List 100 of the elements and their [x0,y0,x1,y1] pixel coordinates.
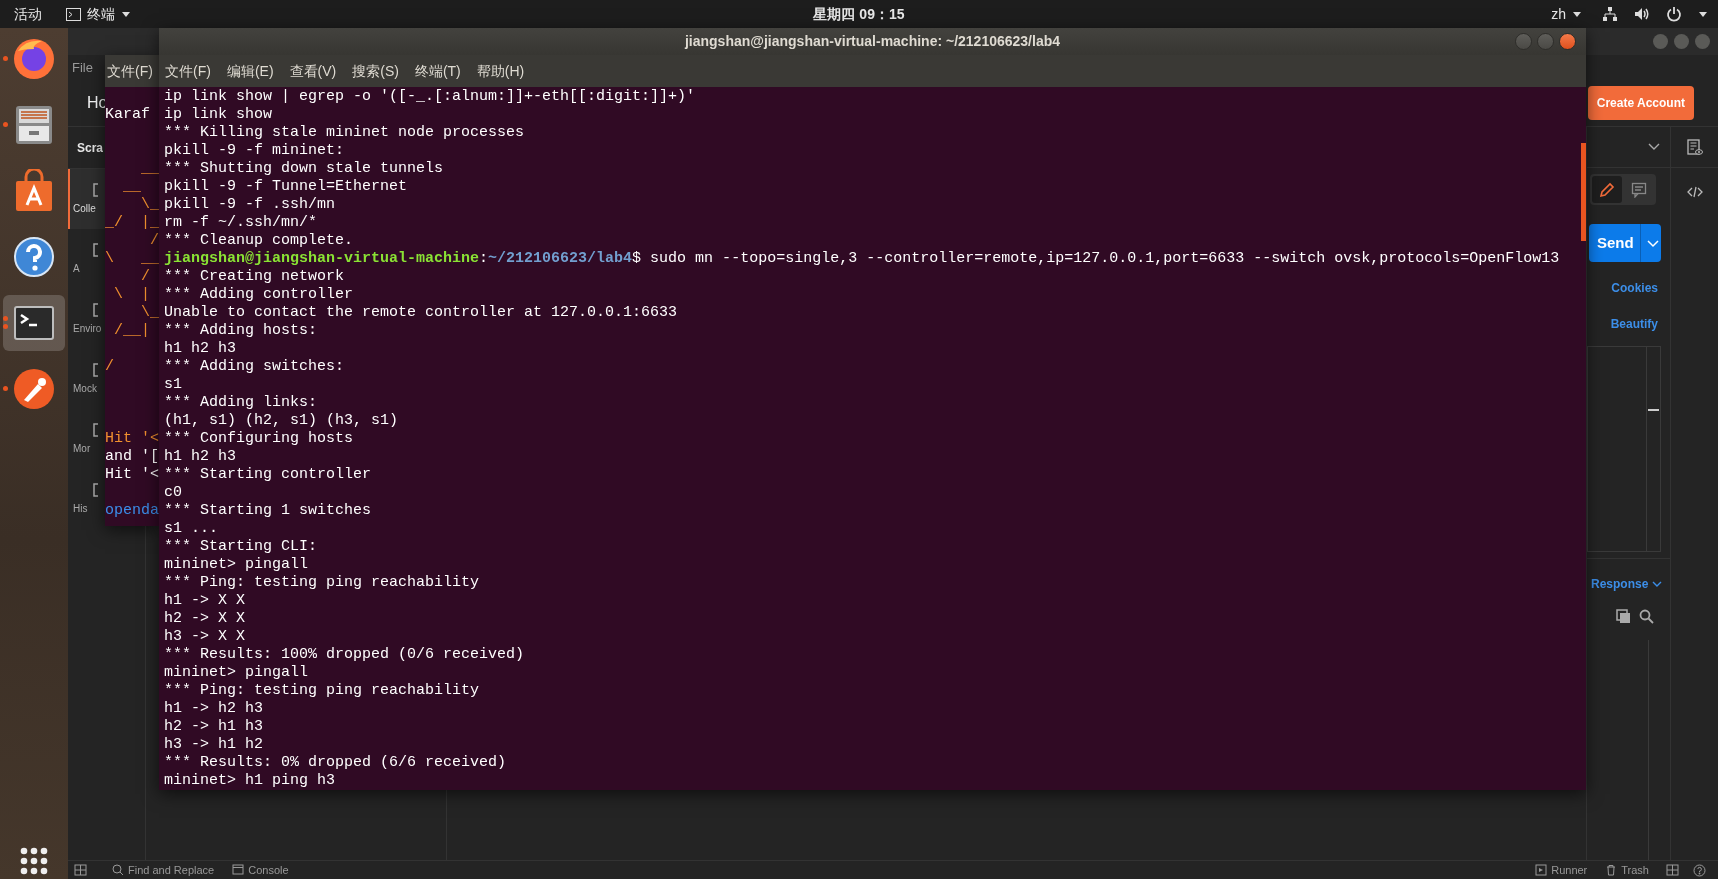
terminal-line: *** Starting 1 switches [164,502,373,520]
app-menu[interactable]: 终端 [62,3,135,25]
code-icon[interactable] [1686,185,1703,199]
caret-icon[interactable] [1698,9,1708,19]
terminal-line: s1 [164,376,183,394]
terminal-line: / [140,268,151,286]
terminal-line: / [149,232,159,250]
comment-icon [1631,181,1647,198]
terminal-line: *** Adding controller [164,286,355,304]
terminal-line: /__| [113,322,151,340]
terminal-line: h1 h2 h3 [164,340,237,358]
close-button[interactable] [1559,33,1576,50]
beautify-link[interactable]: Beautify [1587,314,1670,334]
terminal-line: *** Results: 0% dropped (6/6 received) [164,754,508,772]
menu-item[interactable]: 终端(T) [413,58,462,84]
menu-item[interactable]: 搜索(S) [351,58,400,84]
terminal-line: \_ [140,304,159,322]
terminal-line: pkill -9 -f .ssh/mn [164,196,337,214]
terminal-line: h3 -> h1 h2 [164,736,265,754]
terminal-line: \ | [113,286,151,304]
sidebar-item[interactable]: His [68,469,105,529]
bracket-icon [93,482,99,497]
copy-icon[interactable] [1616,609,1631,624]
window-icon [232,864,245,876]
chevron-down-icon[interactable] [1648,143,1660,151]
search-icon[interactable] [1639,609,1654,624]
terminal-line: h2 -> X X [164,610,246,628]
terminal-line: mininet> pingall [164,664,310,682]
terminal-line: *** Ping: testing ping reachability [164,574,481,592]
activities-button[interactable]: 活动 [10,3,46,25]
sidebar-item[interactable]: A [68,229,105,289]
terminal-line: *** Results: 100% dropped (0/6 received) [164,646,526,664]
pencil-button[interactable] [1592,176,1622,203]
menu-item[interactable]: 查看(V) [288,58,338,84]
menu-item[interactable]: 编辑(E) [225,58,275,84]
trash-icon [1605,864,1618,876]
bracket-icon [93,362,99,377]
input-method-menu[interactable]: zh [1547,3,1586,25]
layout-icon[interactable] [1666,864,1679,876]
search-icon [112,864,124,876]
terminal-line: Unable to contact the remote controller at 127.0.0.1:6633 [164,304,679,322]
terminal-line: ip link show | egrep -o '([-_.[:alnum:]]+-eth[[:digit:]]+)' [164,88,697,106]
sidebar-item[interactable]: Colle [68,169,105,229]
bracket-icon [93,302,99,317]
chevron-down-icon [1651,581,1662,589]
bracket-icon [93,242,99,257]
terminal-line: h2 -> h1 h3 [164,718,265,736]
terminal-line: h1 -> X X [164,592,246,610]
terminal-line: s1 ... [164,520,219,538]
clock[interactable]: 星期四 09：15 [809,3,909,25]
response-dropdown[interactable]: Response [1591,575,1662,593]
terminal-line: *** Adding switches: [164,358,346,376]
terminal-line: *** Adding links: [164,394,319,412]
terminal-line: Hit '< [105,466,159,484]
terminal-line: mininet> h1 ping h3 [164,772,337,790]
terminal-line: pkill -9 -f mininet: [164,142,346,160]
terminal-line: *** Shutting down stale tunnels [164,160,445,178]
terminal-line: h1 h2 h3 [164,448,237,466]
apps-grid-icon[interactable] [20,847,48,875]
terminal-line: h3 -> X X [164,628,246,646]
menu-item[interactable]: File [72,57,93,78]
terminal-line: Karaf [105,106,151,124]
terminal-line: \_ [140,196,159,214]
layout-icon[interactable] [74,864,87,876]
workspace-name[interactable]: Scra [68,127,105,168]
volume-icon[interactable] [1634,6,1650,22]
scrollbar-thumb[interactable] [1581,143,1586,241]
terminal-line: *** Adding hosts: [164,322,319,340]
cookies-link[interactable]: Cookies [1587,278,1670,298]
terminal-line: *** Configuring hosts [164,430,355,448]
terminal-line: rm -f ~/.ssh/mn/* [164,214,319,232]
sidebar-item[interactable]: Mor [68,409,105,469]
menu-item[interactable]: 文件(F) [164,58,212,84]
network-icon[interactable] [1602,6,1618,22]
caret-icon [1572,9,1582,19]
caret-icon [121,9,131,19]
status-bar-button[interactable]: Find and Replace [111,860,216,879]
power-icon[interactable] [1666,6,1682,22]
terminal-line: *** Killing stale mininet node processes [164,124,526,142]
status-bar-button[interactable]: Trash [1604,860,1650,879]
dock-launcher[interactable] [3,295,65,351]
terminal-line: *** Starting controller [164,466,373,484]
status-bar-button[interactable]: Runner [1534,860,1589,879]
bracket-icon [93,422,99,437]
help-circle-icon[interactable] [1693,863,1706,877]
terminal-line: ip link show [164,106,274,124]
scrollbar[interactable] [1646,347,1660,551]
menu-item[interactable]: 帮助(H) [475,58,526,84]
sidebar-item[interactable]: Enviro [68,289,105,349]
terminal-line: / [105,358,115,376]
terminal-line: mininet> pingall [164,556,310,574]
status-bar-button[interactable]: Console [231,860,290,879]
play-icon [1535,864,1548,876]
terminal-line: pkill -9 -f Tunnel=Ethernet [164,178,409,196]
document-eye-icon[interactable] [1686,138,1703,156]
browser-icon [12,37,56,81]
sidebar-item[interactable]: Mock [68,349,105,409]
terminal-line: *** Ping: testing ping reachability [164,682,481,700]
terminal-line: h1 -> h2 h3 [164,700,265,718]
terminal-line: openda [105,502,159,520]
